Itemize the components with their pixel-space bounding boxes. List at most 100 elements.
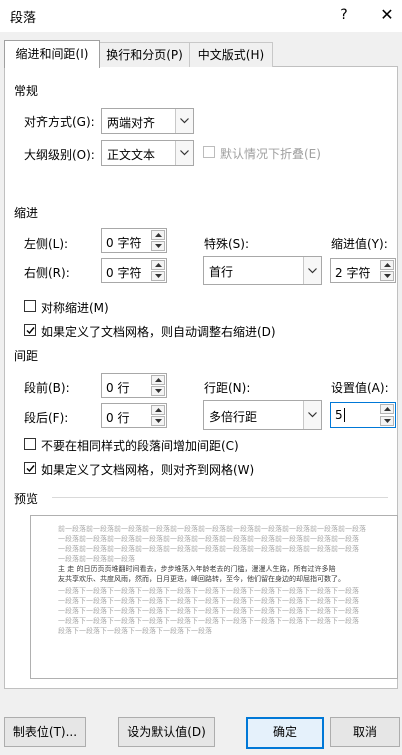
special-indent-value: 首行 xyxy=(209,265,234,279)
preview-line: 段落下一段落下一段落下一段落下一段落下一段落 xyxy=(58,627,212,635)
indent-right-spinner[interactable]: 0 字符 xyxy=(101,258,167,283)
preview-line: 前一段落前一段落前一段落前一段落前一段落前一段落前一段落前一段落前一段落前一段落… xyxy=(58,525,366,533)
alignment-select[interactable]: 两端对齐 xyxy=(101,108,194,134)
alignment-value: 两端对齐 xyxy=(107,116,156,130)
indent-left-decrease-button[interactable] xyxy=(151,241,165,251)
line-spacing-value: 多倍行距 xyxy=(209,410,258,424)
outline-level-dropdown-button[interactable] xyxy=(175,141,193,165)
indent-right-label: 右侧(R): xyxy=(24,266,70,280)
preview-line: 一段落前一段落前一段落 xyxy=(58,555,135,563)
spacing-after-decrease-button[interactable] xyxy=(151,416,165,426)
indent-by-decrease-button[interactable] xyxy=(380,271,394,281)
dialog-title: 段落 xyxy=(10,11,37,26)
chevron-down-icon xyxy=(308,412,317,418)
special-indent-select[interactable]: 首行 xyxy=(203,256,322,285)
snap-to-grid-label: 如果定义了文档网格，则对齐到网格(W) xyxy=(41,463,255,477)
spacing-before-label: 段前(B): xyxy=(24,381,70,395)
section-title-general: 常规 xyxy=(14,84,39,98)
line-spacing-dropdown-button[interactable] xyxy=(303,401,321,429)
line-spacing-at-increase-button[interactable] xyxy=(380,404,394,414)
close-button[interactable]: ✕ xyxy=(377,5,397,25)
preview-line: 一段落前一段落前一段落前一段落前一段落前一段落前一段落前一段落前一段落前一段落前… xyxy=(58,535,359,543)
preview-line: 一段落下一段落下一段落下一段落下一段落下一段落下一段落下一段落下一段落下一段落下… xyxy=(58,607,359,615)
tab-asian-typography[interactable]: 中文版式(H) xyxy=(189,42,273,67)
arrow-down-icon xyxy=(155,244,162,248)
mirror-indents-checkbox[interactable] xyxy=(24,300,36,312)
indent-left-value: 0 字符 xyxy=(106,236,142,250)
tab-indents-spacing[interactable]: 缩进和间距(I) xyxy=(4,40,100,68)
spacing-after-value: 0 行 xyxy=(106,411,130,425)
indent-left-label: 左侧(L): xyxy=(24,237,69,251)
indent-left-spinner[interactable]: 0 字符 xyxy=(101,228,167,253)
outline-level-value: 正文文本 xyxy=(107,148,156,162)
special-indent-dropdown-button[interactable] xyxy=(303,257,321,284)
preview-line: 友共享欢乐、共度风雨，然而，日月更迭，峰回路转，至今，他们留在身边的却屈指可数了… xyxy=(58,575,345,583)
indent-left-increase-button[interactable] xyxy=(151,230,165,240)
no-space-same-style-checkbox[interactable] xyxy=(24,438,36,450)
arrow-down-icon xyxy=(155,389,162,393)
preview-line: 一段落下一段落下一段落下一段落下一段落下一段落下一段落下一段落下一段落下一段落下… xyxy=(58,617,359,625)
spacing-before-spinner[interactable]: 0 行 xyxy=(101,373,167,398)
arrow-up-icon xyxy=(384,263,391,267)
no-space-same-style-label: 不要在相同样式的段落间增加间距(C) xyxy=(41,439,239,453)
indent-right-value: 0 字符 xyxy=(106,266,142,280)
indent-right-decrease-button[interactable] xyxy=(151,271,165,281)
auto-adjust-indent-label: 如果定义了文档网格，则自动调整右缩进(D) xyxy=(41,325,276,339)
ok-button[interactable]: 确定 xyxy=(246,717,324,749)
line-spacing-at-spinner[interactable]: 5 xyxy=(330,402,396,428)
tab-line-page-breaks[interactable]: 换行和分页(P) xyxy=(98,42,191,67)
spacing-before-increase-button[interactable] xyxy=(151,375,165,385)
arrow-up-icon xyxy=(384,407,391,411)
cancel-button[interactable]: 取消 xyxy=(330,717,400,747)
alignment-label: 对齐方式(G): xyxy=(24,115,95,129)
spacing-after-increase-button[interactable] xyxy=(151,405,165,415)
special-indent-label: 特殊(S): xyxy=(204,237,250,251)
outline-level-select[interactable]: 正文文本 xyxy=(101,140,194,166)
checkmark-icon xyxy=(26,327,35,335)
spacing-after-spinner[interactable]: 0 行 xyxy=(101,403,167,428)
section-title-spacing: 间距 xyxy=(14,349,39,363)
preview-divider xyxy=(52,497,388,498)
line-spacing-at-decrease-button[interactable] xyxy=(380,416,394,426)
collapse-default-label: 默认情况下折叠(E) xyxy=(220,147,321,161)
preview-box: 前一段落前一段落前一段落前一段落前一段落前一段落前一段落前一段落前一段落前一段落… xyxy=(30,515,398,679)
arrow-up-icon xyxy=(155,408,162,412)
arrow-up-icon xyxy=(155,263,162,267)
chevron-down-icon xyxy=(308,267,317,273)
preview-line: 一段落下一段落下一段落下一段落下一段落下一段落下一段落下一段落下一段落下一段落下… xyxy=(58,587,359,595)
section-title-indentation: 缩进 xyxy=(14,206,39,220)
set-default-button[interactable]: 设为默认值(D) xyxy=(118,717,215,747)
line-spacing-at-value: 5 xyxy=(335,408,343,422)
indent-by-value: 2 字符 xyxy=(335,266,371,280)
preview-line: 一段落前一段落前一段落前一段落前一段落前一段落前一段落前一段落前一段落前一段落前… xyxy=(58,545,359,553)
preview-line: 一段落下一段落下一段落下一段落下一段落下一段落下一段落下一段落下一段落下一段落下… xyxy=(58,597,359,605)
collapse-default-checkbox[interactable] xyxy=(203,146,215,158)
checkmark-icon xyxy=(26,465,35,473)
help-button[interactable]: ? xyxy=(334,5,354,25)
arrow-down-icon xyxy=(384,274,391,278)
tabs-button[interactable]: 制表位(T)... xyxy=(4,717,86,747)
snap-to-grid-checkbox[interactable] xyxy=(24,462,36,474)
chevron-down-icon xyxy=(180,150,189,156)
line-spacing-at-label: 设置值(A): xyxy=(331,381,389,395)
arrow-down-icon xyxy=(155,419,162,423)
spacing-before-decrease-button[interactable] xyxy=(151,386,165,396)
spacing-before-value: 0 行 xyxy=(106,381,130,395)
auto-adjust-indent-checkbox[interactable] xyxy=(24,324,36,336)
line-spacing-select[interactable]: 多倍行距 xyxy=(203,400,322,430)
indent-by-increase-button[interactable] xyxy=(380,260,394,270)
spacing-after-label: 段后(F): xyxy=(24,411,69,425)
arrow-up-icon xyxy=(155,378,162,382)
text-caret xyxy=(344,408,345,422)
indent-by-spinner[interactable]: 2 字符 xyxy=(330,258,396,283)
line-spacing-label: 行距(N): xyxy=(204,381,251,395)
mirror-indents-label: 对称缩进(M) xyxy=(41,301,109,315)
arrow-up-icon xyxy=(155,233,162,237)
section-title-preview: 预览 xyxy=(14,492,39,506)
arrow-down-icon xyxy=(155,274,162,278)
outline-level-label: 大纲级别(O): xyxy=(24,148,95,162)
chevron-down-icon xyxy=(180,118,189,124)
preview-line: 主 走 的日历页页堆翻时间看去，步步堆落入年龄老去的门槛，漫漫人生路，所有过许多… xyxy=(58,565,336,573)
indent-right-increase-button[interactable] xyxy=(151,260,165,270)
alignment-dropdown-button[interactable] xyxy=(175,109,193,133)
